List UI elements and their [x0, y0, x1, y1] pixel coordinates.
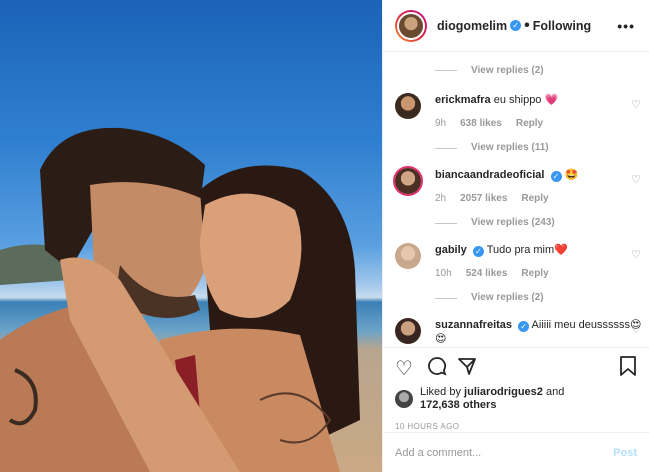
commenter-avatar[interactable]	[395, 318, 421, 344]
commenter-avatar[interactable]	[395, 243, 421, 269]
couple-kissing-beach-photo	[0, 127, 360, 472]
post-actions: ♡ Liked by juliarodrigues2 and 172,638 o…	[383, 347, 649, 431]
replies-line	[435, 297, 457, 299]
comment-likes[interactable]: 2057 likes	[460, 192, 507, 206]
author-avatar[interactable]	[395, 9, 427, 42]
commenter-avatar[interactable]	[395, 168, 421, 194]
comment-likes[interactable]: 524 likes	[466, 267, 508, 281]
comment-likes[interactable]: 638 likes	[460, 117, 502, 131]
post-timestamp[interactable]: 10 HOURS AGO	[395, 422, 637, 431]
verified-badge-icon: ✓	[550, 171, 562, 182]
comment-time[interactable]: 10h	[435, 267, 452, 281]
instagram-post-modal: diogomelim ✓ • Following ••• View replie…	[0, 0, 649, 472]
comment-item: gabily ✓ Tudo pra mim❤️ 10h 524 likes Re…	[395, 243, 643, 305]
liked-by-and: and	[545, 386, 565, 398]
comments-list[interactable]: View replies (2) erickmafra eu shippo 💗 …	[383, 53, 649, 346]
replies-line	[435, 222, 457, 224]
save-bookmark-icon[interactable]	[619, 356, 637, 382]
like-heart-icon[interactable]: ♡	[395, 356, 413, 381]
like-comment-heart-icon[interactable]: ♡	[631, 248, 641, 261]
liker-avatar[interactable]	[395, 390, 413, 408]
view-replies-link[interactable]: View replies (2)	[435, 65, 544, 76]
like-comment-heart-icon[interactable]: ♡	[631, 173, 641, 186]
post-header: diogomelim ✓ • Following •••	[383, 0, 649, 52]
comment-username[interactable]: suzannafreitas	[435, 319, 512, 331]
replies-line	[435, 147, 457, 149]
comment-username[interactable]: erickmafra	[435, 94, 491, 106]
reply-button[interactable]: Reply	[521, 267, 548, 281]
likes-count[interactable]: 172,638 others	[420, 399, 496, 411]
like-comment-heart-icon[interactable]: ♡	[631, 323, 641, 336]
comment-time[interactable]: 9h	[435, 117, 446, 131]
liked-by-prefix: Liked by	[420, 386, 461, 398]
replies-line	[435, 70, 457, 71]
more-options-icon[interactable]: •••	[617, 18, 635, 34]
post-photo[interactable]	[0, 0, 382, 472]
comment-username[interactable]: gabily	[435, 244, 467, 256]
comment-text: Tudo pra mim❤️	[486, 244, 568, 256]
like-comment-heart-icon[interactable]: ♡	[631, 98, 641, 111]
comment-item: erickmafra eu shippo 💗 9h 638 likes Repl…	[395, 93, 643, 155]
reply-button[interactable]: Reply	[516, 117, 543, 131]
view-replies-link[interactable]: View replies (2)	[435, 291, 643, 305]
verified-badge-icon: ✓	[510, 20, 522, 31]
post-comment-button[interactable]: Post	[613, 447, 637, 459]
comment-item: suzannafreitas ✓ Aiiiii meu deussssss😍😍 …	[395, 318, 643, 346]
post-sidebar: diogomelim ✓ • Following ••• View replie…	[382, 0, 649, 472]
liker-username[interactable]: juliarodrigues2	[464, 386, 543, 398]
add-comment-bar: Post	[383, 432, 649, 472]
comment-text: 🤩	[564, 169, 579, 181]
add-comment-input[interactable]	[395, 446, 614, 459]
share-send-icon[interactable]	[457, 356, 477, 382]
view-replies-link[interactable]: View replies (11)	[435, 141, 643, 155]
reply-button[interactable]: Reply	[521, 192, 548, 206]
comment-text: eu shippo 💗	[493, 94, 559, 106]
view-replies-link[interactable]: View replies (243)	[435, 216, 643, 230]
comment-time[interactable]: 2h	[435, 192, 446, 206]
following-button[interactable]: Following	[533, 19, 591, 33]
verified-badge-icon: ✓	[518, 321, 530, 332]
commenter-avatar[interactable]	[395, 93, 421, 119]
comment-item: biancaandradeoficial ✓ 🤩 2h 2057 likes R…	[395, 168, 643, 230]
liked-by-summary: Liked by juliarodrigues2 and 172,638 oth…	[395, 386, 637, 412]
verified-badge-icon: ✓	[472, 246, 484, 257]
comment-bubble-icon[interactable]	[427, 356, 447, 382]
author-username[interactable]: diogomelim	[437, 19, 507, 33]
comment-username[interactable]: biancaandradeoficial	[435, 169, 544, 181]
header-separator: •	[524, 16, 530, 34]
